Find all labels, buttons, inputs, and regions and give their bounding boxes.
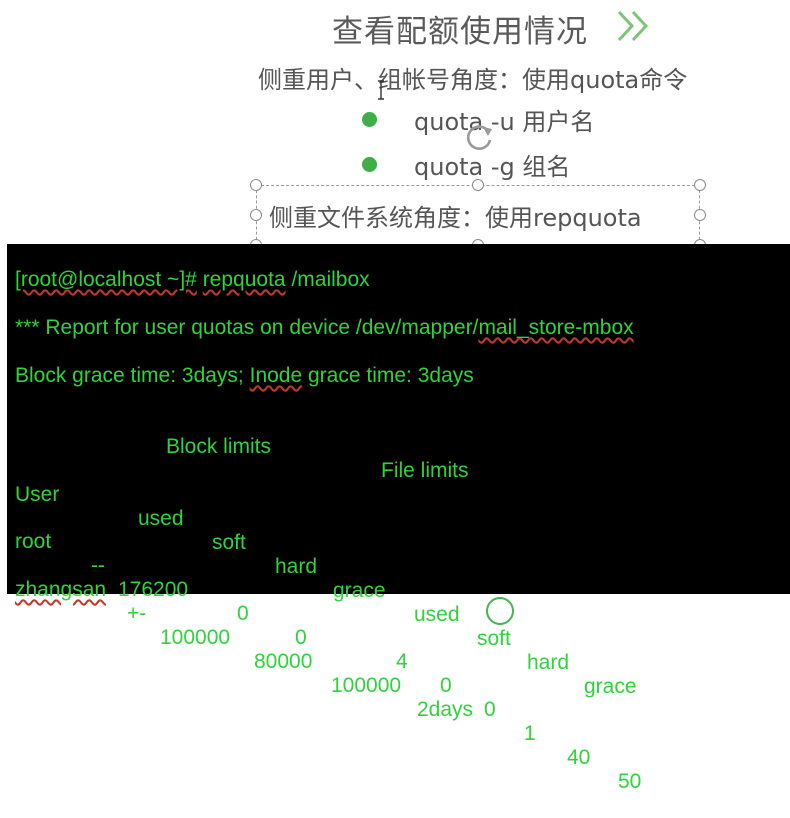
rotate-handle-icon[interactable] xyxy=(462,121,496,155)
resize-handle-right[interactable] xyxy=(694,209,706,221)
row-block-hard: 0 xyxy=(295,626,307,649)
double-chevron-right-icon xyxy=(617,10,649,42)
inode-grace: grace time: 3days xyxy=(302,364,474,387)
row-file-soft: 40 xyxy=(567,746,591,769)
user-group-quota-line: 侧重用户、组帐号角度：使用quota命令 xyxy=(258,66,688,94)
column-headers: User used soft hard grace used soft hard… xyxy=(7,459,790,698)
row-file-hard: 50 xyxy=(618,770,642,793)
report-device: mail_store-mbox xyxy=(478,316,634,339)
bullet-dot-icon xyxy=(362,111,377,127)
bullet-dot-icon xyxy=(362,156,377,172)
row-file-used: 1 xyxy=(524,722,536,745)
command-line: [root@localhost ~]# repquota /mailbox xyxy=(15,268,370,292)
row-user: root xyxy=(15,530,52,553)
slide-title: 查看配额使用情况 xyxy=(332,14,588,50)
partial-circle-icon xyxy=(486,597,514,625)
row-user: zhangsan xyxy=(15,578,107,601)
limits-group-headers: Block limits File limits xyxy=(7,411,790,482)
block-grace: Block grace time: 3days; xyxy=(15,364,250,387)
row-file-soft: 0 xyxy=(440,674,452,697)
report-header-line: *** Report for user quotas on device /de… xyxy=(15,316,634,340)
col-file-hard: hard xyxy=(527,651,570,674)
resize-handle-top[interactable] xyxy=(472,179,484,191)
table-row: root -- 176200 0 0 4 0 0 xyxy=(7,506,790,721)
prompt: [root@localhost ~]# xyxy=(15,268,197,291)
col-block-soft: soft xyxy=(212,531,246,554)
row-file-hard: 0 xyxy=(484,698,496,721)
block-limits-header: Block limits xyxy=(166,435,272,458)
row-block-soft: 80000 xyxy=(254,650,313,673)
terminal-screenshot: [root@localhost ~]# repquota /mailbox **… xyxy=(7,244,790,793)
resize-handle-top-left[interactable] xyxy=(250,179,262,191)
col-file-used: used xyxy=(414,603,460,626)
col-user: User xyxy=(15,483,60,506)
col-file-grace: grace xyxy=(584,675,637,698)
bullet-text: quota -u 用户名 xyxy=(414,107,595,136)
resize-handle-left[interactable] xyxy=(250,209,262,221)
command-arg: /mailbox xyxy=(291,268,370,291)
resize-handle-top-right[interactable] xyxy=(694,179,706,191)
row-block-hard: 100000 xyxy=(331,674,402,697)
row-block-soft: 0 xyxy=(237,602,249,625)
row-flag: +- xyxy=(127,602,147,625)
col-block-grace: grace xyxy=(333,579,386,602)
col-file-soft: soft xyxy=(477,627,511,650)
row-block-used: 100000 xyxy=(160,626,231,649)
row-file-used: 4 xyxy=(396,650,408,673)
table-row: zhangsan +- 100000 80000 100000 2days 1 … xyxy=(7,554,790,793)
filesystem-quota-line[interactable]: 侧重文件系统角度：使用repquota xyxy=(269,198,642,233)
report-prefix: *** Report for user quotas on device /de… xyxy=(15,316,479,339)
row-block-grace: 2days xyxy=(417,698,474,721)
command: repquota xyxy=(202,268,286,291)
inode-word: Inode xyxy=(249,364,303,387)
grace-time-line: Block grace time: 3days; Inode grace tim… xyxy=(15,364,474,388)
text-cursor-icon xyxy=(378,80,384,100)
